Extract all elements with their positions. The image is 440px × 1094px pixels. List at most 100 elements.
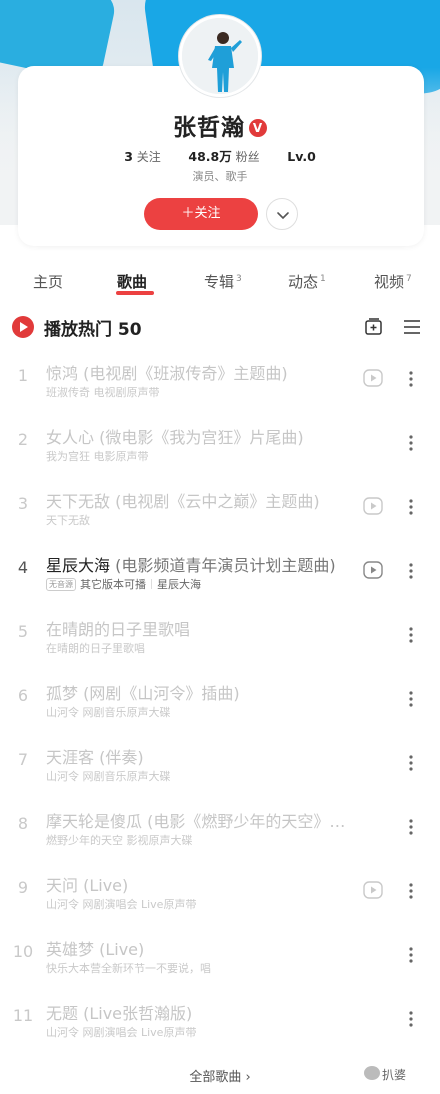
song-album-text: 山河令 网剧音乐原声大碟 (46, 770, 171, 783)
song-album-name: 星辰大海 (157, 578, 201, 591)
level-stat: Lv.0 (287, 149, 316, 164)
song-album: 在晴朗的日子里歌唱 (46, 640, 346, 656)
more-options-icon[interactable] (406, 434, 416, 452)
play-all-icon[interactable] (12, 316, 34, 338)
song-name: 星辰大海 (46, 556, 111, 575)
song-row[interactable]: 8 摩天轮是傻瓜 (电影《燃野少年的天空》插曲) 燃野少年的天空 影视原声大碟 (0, 794, 440, 858)
song-title: 惊鸿 (电视剧《班淑传奇》主题曲) (46, 360, 354, 384)
song-rank: 8 (17, 814, 29, 833)
song-title: 女人心 (微电影《我为宫狂》片尾曲) (46, 424, 354, 448)
song-album-text: 山河令 网剧演唱会 Live原声带 (46, 898, 197, 911)
song-row[interactable]: 10 英雄梦 (Live) 快乐大本营全新环节一不要说，唱 (0, 922, 440, 986)
verified-icon: V (249, 119, 267, 137)
tab-home[interactable]: 主页 (33, 271, 63, 292)
song-rank: 9 (17, 878, 29, 897)
section-title[interactable]: 播放热门 50 (44, 315, 142, 340)
song-album-text: 山河令 网剧音乐原声大碟 (46, 706, 171, 719)
chevron-down-icon (277, 212, 289, 220)
mv-play-icon[interactable] (363, 880, 383, 900)
song-album-text: 快乐大本营全新环节一不要说，唱 (46, 962, 211, 975)
song-name: 孤梦 (46, 684, 79, 703)
mv-play-icon[interactable] (363, 496, 383, 516)
more-options-icon[interactable] (406, 882, 416, 900)
song-title: 英雄梦 (Live) (46, 936, 354, 960)
mv-play-icon[interactable] (363, 560, 383, 580)
song-rank: 7 (17, 750, 29, 769)
song-title: 天涯客 (伴奏) (46, 744, 354, 768)
artist-roles: 演员、歌手 (192, 170, 248, 183)
song-name: 英雄梦 (46, 940, 95, 959)
song-album: 班淑传奇 电视剧原声带 (46, 384, 346, 400)
artist-name-row: 张哲瀚 V (0, 108, 440, 142)
more-options-icon[interactable] (406, 626, 416, 644)
tab-bar: 主页 歌曲 专辑 3 动态 1 视频 7 (0, 268, 440, 298)
song-rank: 1 (17, 366, 29, 385)
multi-select-icon[interactable] (403, 318, 421, 336)
add-to-playlist-icon[interactable] (364, 317, 384, 337)
song-album-text: 其它版本可播 (80, 578, 146, 591)
mv-play-icon[interactable] (363, 368, 383, 388)
more-options-icon[interactable] (406, 690, 416, 708)
song-album: 我为宫狂 电影原声带 (46, 448, 346, 464)
song-album: 山河令 网剧音乐原声大碟 (46, 768, 346, 784)
song-subtitle: (电影频道青年演员计划主题曲) (110, 556, 336, 575)
hot-songs-header: 播放热门 50 (0, 312, 440, 342)
song-album: 山河令 网剧演唱会 Live原声带 (46, 1024, 346, 1040)
song-name: 天问 (46, 876, 79, 895)
more-options-icon[interactable] (406, 1010, 416, 1028)
song-rank: 10 (12, 942, 34, 961)
song-row[interactable]: 1 惊鸿 (电视剧《班淑传奇》主题曲) 班淑传奇 电视剧原声带 (0, 346, 440, 410)
song-row[interactable]: 4 星辰大海 (电影频道青年演员计划主题曲) 无音源 其它版本可播 星辰大海 (0, 538, 440, 602)
artist-name: 张哲瀚 (173, 115, 245, 141)
song-rank: 4 (17, 558, 29, 577)
song-row[interactable]: 7 天涯客 (伴奏) 山河令 网剧音乐原声大碟 (0, 730, 440, 794)
song-title: 星辰大海 (电影频道青年演员计划主题曲) (46, 552, 354, 576)
song-subtitle: (电影《燃野少年的天空》插曲) (142, 812, 354, 831)
song-row[interactable]: 9 天问 (Live) 山河令 网剧演唱会 Live原声带 (0, 858, 440, 922)
song-album-text: 天下无敌 (46, 514, 90, 527)
fans-stat[interactable]: 48.8万 粉丝 (188, 149, 259, 164)
song-rank: 11 (12, 1006, 34, 1025)
song-album: 山河令 网剧音乐原声大碟 (46, 704, 346, 720)
more-options-icon[interactable] (406, 498, 416, 516)
song-row[interactable]: 5 在晴朗的日子里歌唱 在晴朗的日子里歌唱 (0, 602, 440, 666)
divider (151, 579, 152, 589)
song-subtitle: (Live张哲瀚版) (78, 1004, 193, 1023)
following-stat[interactable]: 3 关注 (124, 149, 161, 164)
watermark: 扒婆 (382, 1068, 407, 1082)
more-options-icon[interactable] (406, 562, 416, 580)
expand-button[interactable] (266, 198, 298, 230)
more-options-icon[interactable] (406, 818, 416, 836)
song-name: 女人心 (46, 428, 95, 447)
follow-button[interactable]: ＋关注 (144, 198, 258, 230)
song-rank: 2 (17, 430, 29, 449)
song-title: 在晴朗的日子里歌唱 (46, 616, 354, 640)
song-subtitle: (电视剧《班淑传奇》主题曲) (78, 364, 288, 383)
song-title: 天下无敌 (电视剧《云中之巅》主题曲) (46, 488, 354, 512)
avatar[interactable] (179, 15, 261, 97)
song-name: 无题 (46, 1004, 79, 1023)
more-options-icon[interactable] (406, 370, 416, 388)
song-name: 天涯客 (46, 748, 95, 767)
tab-moments[interactable]: 动态 1 (288, 271, 326, 292)
active-tab-indicator (116, 291, 154, 295)
more-options-icon[interactable] (406, 946, 416, 964)
song-album: 山河令 网剧演唱会 Live原声带 (46, 896, 346, 912)
song-album-text: 山河令 网剧演唱会 Live原声带 (46, 1026, 197, 1039)
tab-albums[interactable]: 专辑 3 (204, 271, 242, 292)
song-title: 无题 (Live张哲瀚版) (46, 1000, 354, 1024)
tab-songs[interactable]: 歌曲 (117, 271, 147, 292)
song-row[interactable]: 2 女人心 (微电影《我为宫狂》片尾曲) 我为宫狂 电影原声带 (0, 410, 440, 474)
song-title: 天问 (Live) (46, 872, 354, 896)
song-subtitle: (微电影《我为宫狂》片尾曲) (94, 428, 304, 447)
song-album: 燃野少年的天空 影视原声大碟 (46, 832, 346, 848)
song-subtitle: (网剧《山河令》插曲) (78, 684, 240, 703)
more-options-icon[interactable] (406, 754, 416, 772)
song-row[interactable]: 6 孤梦 (网剧《山河令》插曲) 山河令 网剧音乐原声大碟 (0, 666, 440, 730)
song-row[interactable]: 11 无题 (Live张哲瀚版) 山河令 网剧演唱会 Live原声带 (0, 986, 440, 1050)
song-row[interactable]: 3 天下无敌 (电视剧《云中之巅》主题曲) 天下无敌 (0, 474, 440, 538)
tab-videos[interactable]: 视频 7 (374, 271, 412, 292)
song-name: 摩天轮是傻瓜 (46, 812, 143, 831)
song-album: 天下无敌 (46, 512, 346, 528)
no-source-badge: 无音源 (46, 578, 76, 591)
